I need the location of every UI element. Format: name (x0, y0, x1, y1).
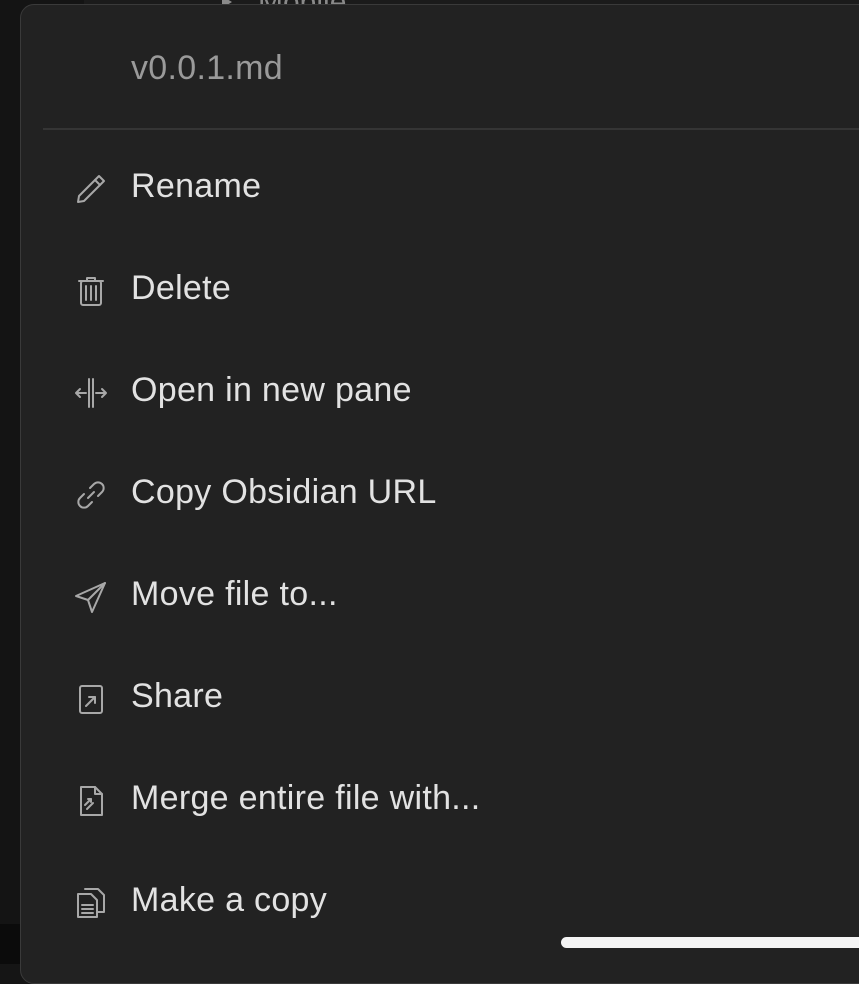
trash-icon (73, 273, 109, 309)
pencil-icon (73, 171, 109, 207)
menu-item-delete[interactable]: Delete (57, 255, 859, 327)
copy-icon (73, 885, 109, 921)
menu-item-share[interactable]: Share (57, 663, 859, 735)
menu-item-label: Open in new pane (131, 371, 412, 409)
home-indicator-bar (561, 937, 859, 948)
menu-item-label: Copy Obsidian URL (131, 473, 437, 511)
menu-item-rename[interactable]: Rename (57, 153, 859, 225)
menu-item-label: Merge entire file with... (131, 779, 481, 817)
menu-item-move-file[interactable]: Move file to... (57, 561, 859, 633)
menu-item-label: Move file to... (131, 575, 338, 613)
menu-item-label: Delete (131, 269, 232, 307)
paper-plane-icon (73, 579, 109, 615)
menu-item-label: Rename (131, 167, 262, 205)
menu-item-label: Make a copy (131, 881, 328, 919)
merge-file-icon (73, 783, 109, 819)
menu-item-copy-obsidian-url[interactable]: Copy Obsidian URL (57, 459, 859, 531)
menu-item-label: Share (131, 677, 224, 715)
file-context-menu: v0.0.1.md Rename Delete Open in new pane… (20, 4, 859, 984)
menu-item-make-a-copy[interactable]: Make a copy (57, 867, 859, 939)
link-icon (73, 477, 109, 513)
menu-item-merge-file[interactable]: Merge entire file with... (57, 765, 859, 837)
split-pane-icon (73, 375, 109, 411)
menu-item-open-in-new-pane[interactable]: Open in new pane (57, 357, 859, 429)
share-icon (73, 681, 109, 717)
menu-title: v0.0.1.md (131, 49, 283, 87)
menu-divider (43, 128, 859, 130)
background-edge (0, 924, 20, 964)
